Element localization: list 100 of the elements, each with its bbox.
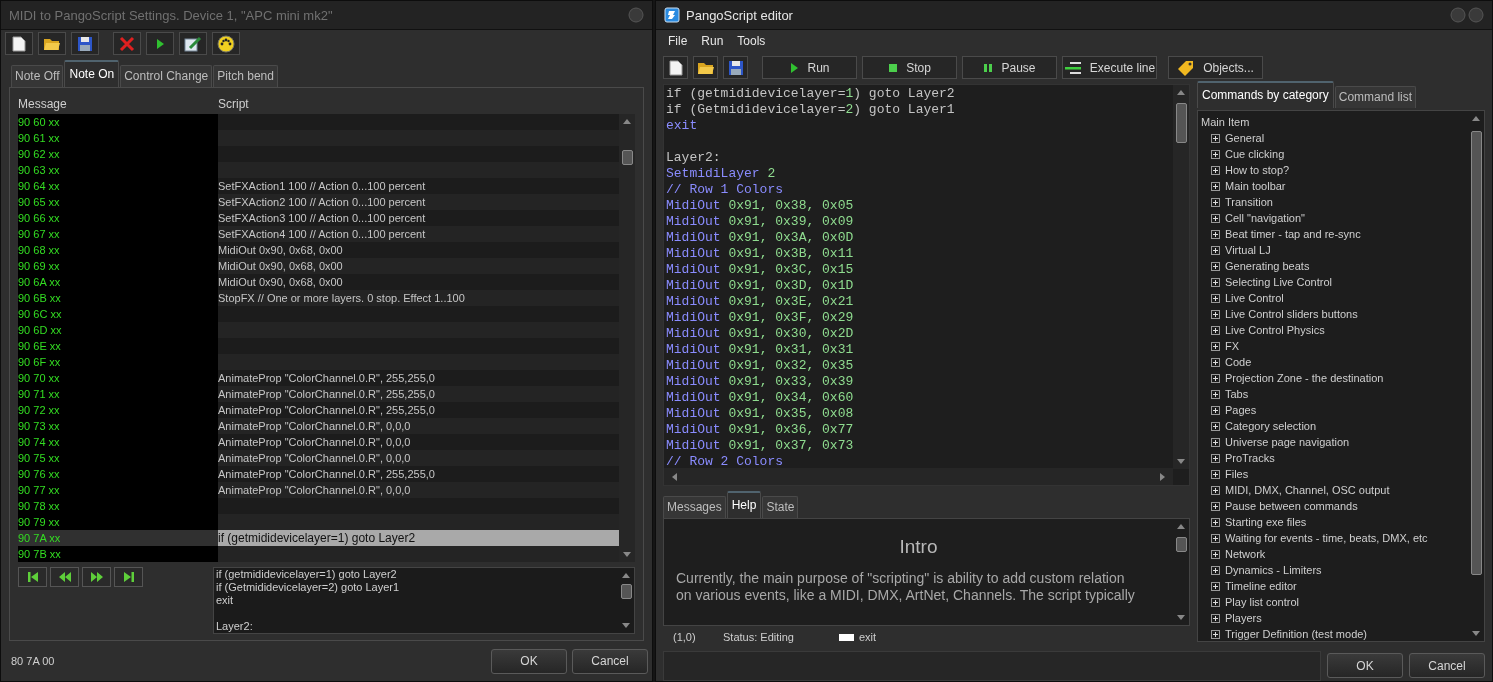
scroll-thumb[interactable] <box>622 150 633 165</box>
tree-item[interactable]: ProTracks <box>1225 452 1275 464</box>
tree-item[interactable]: Beat timer - tap and re-sync <box>1225 228 1361 240</box>
table-row[interactable]: 90 6C xx <box>18 306 619 322</box>
toolbar-button[interactable]: Pause <box>962 56 1057 79</box>
tree-item[interactable]: Trigger Definition (test mode) <box>1225 628 1368 640</box>
tab[interactable]: Note Off <box>11 65 64 87</box>
tree-item[interactable]: Pause between commands <box>1225 500 1358 512</box>
tree-item[interactable]: Live Control sliders buttons <box>1225 308 1358 320</box>
expand-icon[interactable] <box>1211 613 1220 623</box>
scroll-right-icon[interactable] <box>1159 471 1167 482</box>
dialog-button[interactable]: OK <box>1327 653 1403 678</box>
table-row[interactable]: 90 6E xx <box>18 338 619 354</box>
prev-button[interactable] <box>50 567 79 587</box>
tree-item[interactable]: Waiting for events - time, beats, DMX, etc <box>1225 532 1428 544</box>
tab[interactable]: Messages <box>663 496 726 518</box>
expand-icon[interactable] <box>1211 181 1220 191</box>
tree-item[interactable]: Tabs <box>1225 388 1249 400</box>
tree-item[interactable]: Cue clicking <box>1225 148 1285 160</box>
tree-item[interactable]: Network <box>1225 548 1266 560</box>
expand-icon[interactable] <box>1211 581 1220 591</box>
expand-icon[interactable] <box>1211 405 1220 415</box>
tree-item[interactable]: How to stop? <box>1225 164 1290 176</box>
dialog-button[interactable]: Cancel <box>1409 653 1485 678</box>
delete-button[interactable] <box>113 32 141 55</box>
tree-item[interactable]: Transition <box>1225 196 1273 208</box>
expand-icon[interactable] <box>1211 277 1220 287</box>
table-row[interactable]: 90 78 xx <box>18 498 619 514</box>
scroll-up-icon[interactable] <box>1471 114 1481 122</box>
expand-icon[interactable] <box>1211 549 1220 559</box>
tree-item[interactable]: General <box>1225 132 1265 144</box>
tab[interactable]: State <box>762 496 799 518</box>
expand-icon[interactable] <box>1211 437 1220 447</box>
expand-icon[interactable] <box>1211 341 1220 351</box>
tree-item[interactable]: Play list control <box>1225 596 1299 608</box>
toolbar-button[interactable]: Objects... <box>1168 56 1263 79</box>
tree-item[interactable]: FX <box>1225 340 1240 352</box>
tree-item[interactable]: Main Item <box>1201 114 1468 130</box>
expand-icon[interactable] <box>1211 373 1220 383</box>
tree-item[interactable]: Virtual LJ <box>1225 244 1271 256</box>
scroll-up-icon[interactable] <box>1176 88 1186 96</box>
save-button[interactable] <box>71 32 99 55</box>
tree-item[interactable]: Projection Zone - the destination <box>1225 372 1384 384</box>
tree-item[interactable]: Selecting Live Control <box>1225 276 1332 288</box>
tree-item[interactable]: Dynamics - Limiters <box>1225 564 1322 576</box>
scroll-down-icon[interactable] <box>1471 630 1481 638</box>
save-button[interactable] <box>723 56 748 79</box>
tree-item[interactable]: Live Control Physics <box>1225 324 1325 336</box>
expand-icon[interactable] <box>1211 597 1220 607</box>
tree-item[interactable]: Starting exe files <box>1225 516 1307 528</box>
table-row[interactable]: 90 62 xx <box>18 146 619 162</box>
scroll-down-icon[interactable] <box>1176 458 1186 466</box>
expand-icon[interactable] <box>1211 469 1220 479</box>
tab[interactable]: Help <box>726 491 762 518</box>
expand-icon[interactable] <box>1211 229 1220 239</box>
play-button[interactable] <box>146 32 174 55</box>
expand-icon[interactable] <box>1211 389 1220 399</box>
tree-item[interactable]: Players <box>1225 612 1262 624</box>
new-button[interactable] <box>5 32 33 55</box>
next-button[interactable] <box>82 567 111 587</box>
midi-button[interactable] <box>212 32 240 55</box>
scrollbar[interactable] <box>619 114 635 562</box>
tree-item[interactable]: Timeline editor <box>1225 580 1297 592</box>
tab[interactable]: Note On <box>64 60 120 87</box>
scroll-thumb[interactable] <box>1176 537 1187 552</box>
tree-item[interactable]: Universe page navigation <box>1225 436 1350 448</box>
expand-icon[interactable] <box>1211 309 1220 319</box>
menu-item[interactable]: File <box>668 34 688 54</box>
expand-icon[interactable] <box>1211 213 1220 223</box>
tree-item[interactable]: Pages <box>1225 404 1257 416</box>
expand-icon[interactable] <box>1211 245 1220 255</box>
tree-item[interactable]: Live Control <box>1225 292 1284 304</box>
dialog-button[interactable]: OK <box>491 648 567 674</box>
tree-item[interactable]: Category selection <box>1225 420 1317 432</box>
expand-icon[interactable] <box>1211 501 1220 511</box>
open-button[interactable] <box>693 56 718 79</box>
scroll-thumb[interactable] <box>1176 103 1187 143</box>
menu-item[interactable]: Tools <box>737 34 766 54</box>
dialog-button[interactable]: Cancel <box>572 648 648 674</box>
expand-icon[interactable] <box>1211 453 1220 463</box>
scroll-up-icon[interactable] <box>622 117 632 125</box>
expand-icon[interactable] <box>1211 165 1220 175</box>
first-button[interactable] <box>18 567 47 587</box>
tab[interactable]: Command list <box>1334 86 1417 108</box>
scroll-up-icon[interactable] <box>621 571 631 579</box>
expand-icon[interactable] <box>1211 533 1220 543</box>
code-editor[interactable] <box>663 84 1190 486</box>
menu-item[interactable]: Run <box>701 34 724 54</box>
scroll-thumb[interactable] <box>621 584 632 599</box>
toolbar-button[interactable]: Stop <box>862 56 957 79</box>
last-button[interactable] <box>114 567 143 587</box>
tree-item[interactable]: Files <box>1225 468 1249 480</box>
expand-icon[interactable] <box>1211 149 1220 159</box>
scroll-down-icon[interactable] <box>621 622 631 630</box>
expand-icon[interactable] <box>1211 325 1220 335</box>
scroll-up-icon[interactable] <box>1176 522 1186 530</box>
script-field[interactable]: if (getmididevicelayer=1) goto Layer2 if (Getmididevicelayer=2) goto Layer1 exit Layer2: <box>213 567 635 634</box>
tree-item[interactable]: Code <box>1225 356 1252 368</box>
toolbar-button[interactable]: Run <box>762 56 857 79</box>
tree-item[interactable]: Main toolbar <box>1225 180 1286 192</box>
